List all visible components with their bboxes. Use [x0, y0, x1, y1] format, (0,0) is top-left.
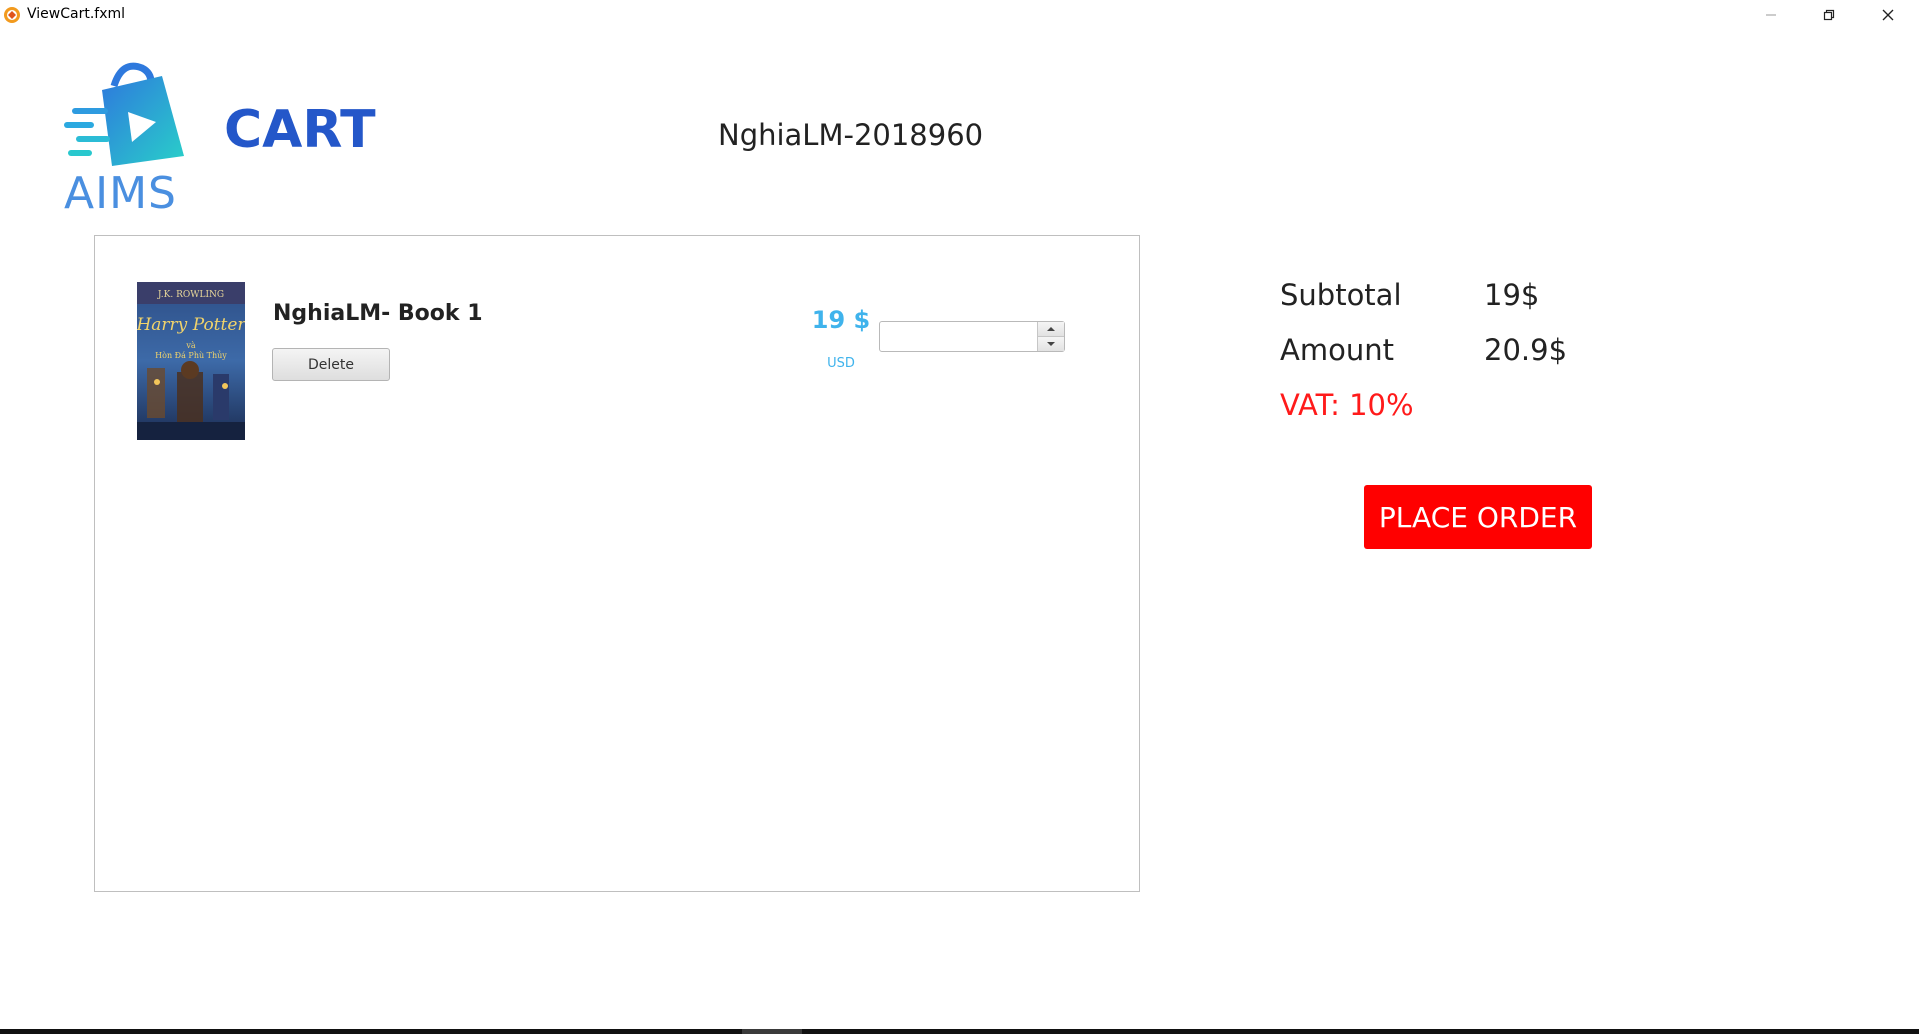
app-icon: [4, 7, 20, 23]
amount-value: 20.9$: [1484, 333, 1568, 367]
user-name: NghiaLM-2018960: [718, 118, 984, 152]
title-bar: ViewCart.fxml: [0, 0, 1919, 30]
book-cover-image: J.K. ROWLING Harry Potter và Hòn Đá Phù …: [137, 282, 245, 440]
minimize-button[interactable]: [1742, 0, 1800, 30]
chevron-down-icon: [1047, 342, 1055, 346]
item-title: NghiaLM- Book 1: [273, 301, 483, 326]
app-window: ViewCart.fxml AIMS CART NghiaLM-2018960 …: [0, 0, 1919, 1034]
vat-label: VAT: 10%: [1280, 388, 1414, 422]
cart-item: J.K. ROWLING Harry Potter và Hòn Đá Phù …: [95, 236, 1139, 440]
amount-label: Amount: [1280, 333, 1394, 367]
svg-text:Hòn Đá Phù Thủy: Hòn Đá Phù Thủy: [155, 351, 227, 360]
taskbar-active-indicator: [742, 1029, 802, 1034]
subtotal-value: 19$: [1484, 278, 1540, 312]
restore-icon: [1823, 9, 1835, 21]
quantity-increment-button[interactable]: [1037, 322, 1064, 337]
cart-items-panel[interactable]: J.K. ROWLING Harry Potter và Hòn Đá Phù …: [94, 235, 1140, 892]
quantity-spinner[interactable]: [879, 321, 1065, 352]
page-title: CART: [224, 100, 376, 160]
item-currency: USD: [827, 356, 855, 371]
place-order-button[interactable]: PLACE ORDER: [1364, 485, 1592, 549]
delete-button[interactable]: Delete: [272, 348, 390, 381]
window-title: ViewCart.fxml: [27, 6, 126, 22]
close-button[interactable]: [1859, 0, 1917, 30]
cover-title: Harry Potter: [137, 315, 245, 335]
close-icon: [1882, 9, 1894, 21]
quantity-input[interactable]: [880, 322, 1036, 351]
svg-text:và: và: [185, 341, 196, 350]
item-price: 19 $: [811, 306, 871, 334]
minimize-icon: [1766, 14, 1776, 16]
quantity-decrement-button[interactable]: [1037, 337, 1064, 351]
restore-button[interactable]: [1800, 0, 1858, 30]
subtotal-label: Subtotal: [1280, 278, 1402, 312]
taskbar: [0, 1029, 1919, 1034]
logo-text: AIMS: [64, 168, 177, 219]
svg-text:J.K. ROWLING: J.K. ROWLING: [157, 290, 224, 300]
chevron-up-icon: [1047, 327, 1055, 331]
